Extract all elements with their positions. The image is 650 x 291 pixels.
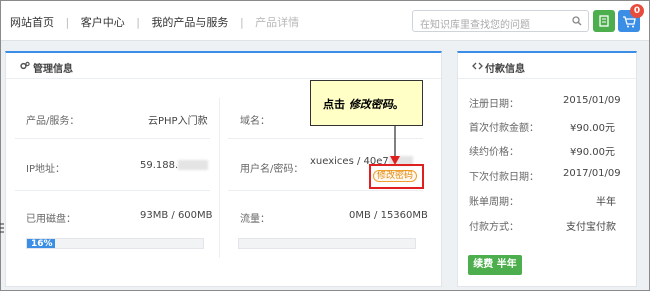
workorder-button[interactable] [593, 10, 615, 32]
callout-suffix: 。 [392, 98, 404, 111]
payment-row-label: 首次付款金额： [469, 123, 539, 134]
payment-row-label: 付款方式： [469, 222, 519, 233]
instruction-callout: 点击 修改密码。 [310, 80, 423, 126]
product-value: 云PHP入门款 [148, 116, 208, 127]
payment-row-value: 2015/01/09 [563, 95, 621, 106]
disk-value: 93MB / 600MB [140, 210, 213, 221]
breadcrumb-separator: | [239, 15, 244, 29]
row-divider [15, 190, 210, 191]
search-placeholder: 在知识库里查找您的问题 [420, 20, 530, 31]
payment-row-label: 账单周期： [469, 197, 519, 208]
management-title: 管理信息 [33, 64, 73, 75]
breadcrumb-my-products[interactable]: 我的产品与服务 [151, 14, 228, 30]
renew-button[interactable]: 续费 半年 [468, 255, 522, 275]
search-input[interactable]: 在知识库里查找您的问题 [412, 10, 589, 32]
payment-row-value: ¥90.00元 [570, 147, 615, 158]
row-divider [228, 190, 423, 191]
traffic-usage-progress [238, 238, 416, 249]
document-icon [599, 15, 609, 27]
payment-row-value: ¥90.00元 [570, 123, 615, 134]
breadcrumb-current: 产品详情 [255, 16, 300, 29]
row-divider [15, 138, 210, 139]
breadcrumb-customer-center[interactable]: 客户中心 [81, 14, 125, 30]
ip-value-text: 59.188. [140, 160, 179, 171]
payment-panel-header: 付款信息 [458, 53, 636, 79]
cart-count-badge: 0 [630, 4, 644, 18]
management-panel-header: 管理信息 [6, 53, 441, 79]
payment-row-label: 注册日期： [469, 99, 519, 110]
ip-label: IP地址： [26, 164, 65, 175]
breadcrumb-home[interactable]: 网站首页 [10, 14, 54, 30]
traffic-value: 0MB / 15360MB [349, 210, 428, 221]
domain-label: 域名： [240, 116, 270, 127]
breadcrumb: 网站首页 | 客户中心 | 我的产品与服务 | 产品详情 [10, 14, 299, 30]
code-brackets-icon [472, 61, 483, 74]
payment-row-value: 支付宝付款 [566, 222, 616, 233]
disk-usage-percent: 16% [31, 239, 53, 249]
sidebar-toggle-handle[interactable] [0, 222, 4, 234]
payment-row-label: 续约价格： [469, 147, 519, 158]
disk-usage-progress: 16% [26, 238, 204, 249]
top-navigation-bar: 网站首页 | 客户中心 | 我的产品与服务 | 产品详情 在知识库里查找您的问题 [1, 1, 649, 41]
disk-label: 已用磁盘： [26, 214, 76, 225]
breadcrumb-separator: | [65, 15, 70, 29]
callout-emphasis: 修改密码 [348, 98, 393, 111]
redacted-mask [178, 160, 209, 170]
callout-arrow-icon [390, 126, 400, 165]
column-divider [219, 98, 220, 258]
edit-password-button[interactable]: 修改密码 [373, 170, 417, 182]
ip-value: 59.188. [140, 160, 209, 171]
payment-row-label: 下次付款日期： [469, 172, 539, 183]
gears-icon [20, 61, 30, 74]
search-icon[interactable] [572, 16, 582, 29]
callout-prefix: 点击 [323, 98, 349, 111]
traffic-label: 流量： [240, 214, 270, 225]
payment-row-value: 2017/01/09 [563, 168, 621, 179]
payment-title: 付款信息 [485, 64, 525, 75]
username-password-label: 用户名/密码： [240, 164, 304, 175]
callout-text: 点击 修改密码。 [323, 96, 404, 112]
payment-row-value: 半年 [596, 197, 616, 208]
breadcrumb-separator: | [136, 15, 140, 29]
product-label: 产品/服务： [26, 116, 80, 127]
